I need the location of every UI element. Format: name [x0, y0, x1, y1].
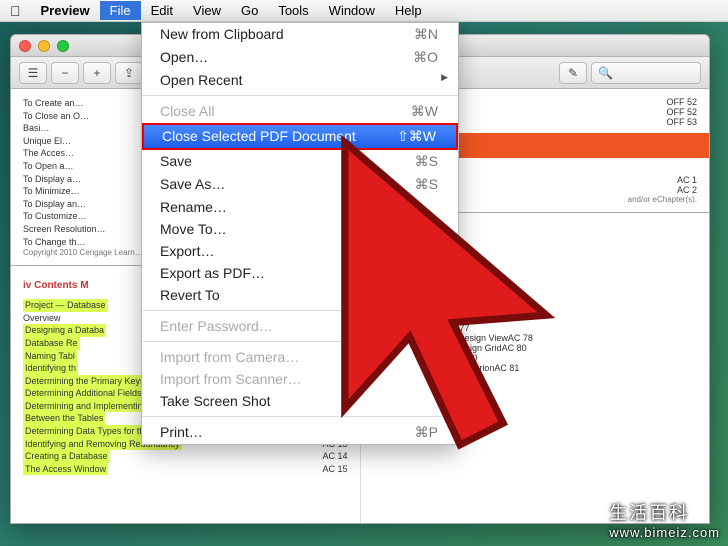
menu-item-export[interactable]: Export…: [142, 240, 458, 262]
menu-item-label: Export as PDF…: [160, 265, 265, 281]
toc-title: Naming Tabl: [23, 350, 77, 363]
menu-item-label: Import from Camera…: [160, 349, 299, 365]
menu-item-label: Enter Password…: [160, 318, 273, 334]
menu-item-label: Export…: [160, 243, 214, 259]
zoom-window-icon[interactable]: [57, 40, 69, 52]
toc-title: Determining Additional Fields: [23, 387, 144, 400]
menu-item-close-selected-pdf-document[interactable]: Close Selected PDF Document ⇧⌘W: [142, 123, 458, 150]
toc-line: Creating a Database AC 14: [23, 450, 348, 463]
menu-window[interactable]: Window: [319, 1, 385, 20]
file-menu-dropdown: New from Clipboard ⌘N Open… ⌘O Open Recent Cl…: [141, 22, 459, 445]
toc-title: Database Re: [23, 337, 80, 350]
menu-shortcut: ⌘S: [415, 153, 438, 170]
menu-item-move-to[interactable]: Move To…: [142, 218, 458, 240]
markup-button[interactable]: ✎: [559, 62, 587, 84]
toc-page: AC 78: [508, 333, 533, 343]
menu-item-import-from-camera: Import from Camera…: [142, 346, 458, 368]
menu-item-label: Open…: [160, 49, 208, 66]
minimize-window-icon[interactable]: [38, 40, 50, 52]
system-menubar:  Preview File Edit View Go Tools Window…: [0, 0, 728, 22]
menu-item-print[interactable]: Print… ⌘P: [142, 421, 458, 444]
menu-item-label: Import from Scanner…: [160, 371, 302, 387]
menu-item-label: Open Recent: [160, 72, 243, 88]
menu-separator: [142, 310, 458, 311]
menu-item-new-from-clipboard[interactable]: New from Clipboard ⌘N: [142, 23, 458, 46]
menu-shortcut: ⌘S: [415, 176, 438, 193]
menu-item-rename[interactable]: Rename…: [142, 196, 458, 218]
menu-item-save[interactable]: Save ⌘S: [142, 150, 458, 173]
menu-item-label: New from Clipboard: [160, 26, 284, 43]
menu-item-label: Save: [160, 153, 192, 170]
menu-item-take-screen-shot[interactable]: Take Screen Shot: [142, 390, 458, 412]
toc-line: The Access Window AC 15: [23, 463, 348, 476]
menu-help[interactable]: Help: [385, 1, 432, 20]
menu-shortcut: ⌘P: [415, 424, 438, 441]
share-button[interactable]: ⇪: [115, 62, 143, 84]
menu-item-label: Take Screen Shot: [160, 393, 271, 409]
menu-go[interactable]: Go: [231, 1, 268, 20]
toc-title: The Access Window: [23, 463, 108, 476]
menu-item-label: Close Selected PDF Document: [162, 128, 356, 145]
toc-title: Designing a Databa: [23, 324, 106, 337]
menu-item-revert-to[interactable]: Revert To: [142, 284, 458, 306]
toc-page: AC 80: [502, 343, 527, 353]
toc-title: Between the Tables: [23, 412, 105, 425]
toc-title: Overview: [23, 312, 61, 325]
toc-page: AC 15: [322, 463, 347, 476]
menu-shortcut: ⌘N: [414, 26, 438, 43]
menu-tools[interactable]: Tools: [268, 1, 318, 20]
menu-edit[interactable]: Edit: [141, 1, 183, 20]
menu-shortcut: ⇧⌘W: [397, 128, 436, 145]
zoom-out-button[interactable]: −: [51, 62, 79, 84]
menu-item-label: Save As…: [160, 176, 225, 193]
menu-item-import-from-scanner: Import from Scanner…: [142, 368, 458, 390]
toc-page: AC 83: [458, 373, 483, 383]
apple-menu-icon[interactable]: : [10, 3, 21, 19]
menu-item-open-recent[interactable]: Open Recent: [142, 69, 458, 91]
menu-separator: [142, 95, 458, 96]
menu-item-close-all: Close All ⌘W: [142, 100, 458, 123]
menu-item-enter-password: Enter Password…: [142, 315, 458, 337]
search-input[interactable]: 🔍: [591, 62, 701, 84]
menu-view[interactable]: View: [183, 1, 231, 20]
sidebar-toggle-button[interactable]: ☰: [19, 62, 47, 84]
menu-item-label: Move To…: [160, 221, 227, 237]
app-name[interactable]: Preview: [31, 1, 100, 20]
menu-item-label: Close All: [160, 103, 214, 120]
close-window-icon[interactable]: [19, 40, 31, 52]
menu-item-label: Print…: [160, 424, 203, 441]
menu-shortcut: ⌘W: [411, 103, 438, 120]
menu-item-open[interactable]: Open… ⌘O: [142, 46, 458, 69]
menu-separator: [142, 416, 458, 417]
menu-item-label: Revert To: [160, 287, 220, 303]
menu-shortcut: ⌘O: [413, 49, 438, 66]
menu-separator: [142, 341, 458, 342]
toc-title: Project — Database: [23, 299, 108, 312]
toc-title: Creating a Database: [23, 450, 110, 463]
menu-item-export-as-pdf[interactable]: Export as PDF…: [142, 262, 458, 284]
toc-title: Identifying th: [23, 362, 78, 375]
menu-item-save-as[interactable]: Save As… ⌘S: [142, 173, 458, 196]
toc-title: Determining the Primary Keys: [23, 375, 147, 388]
zoom-in-button[interactable]: +: [83, 62, 111, 84]
toc-page: AC 81: [494, 363, 519, 373]
menu-file[interactable]: File: [100, 1, 141, 20]
watermark: 生活百科 www.bimeiz.com: [609, 499, 720, 540]
toc-page: AC 14: [322, 450, 347, 463]
menu-item-label: Rename…: [160, 199, 227, 215]
